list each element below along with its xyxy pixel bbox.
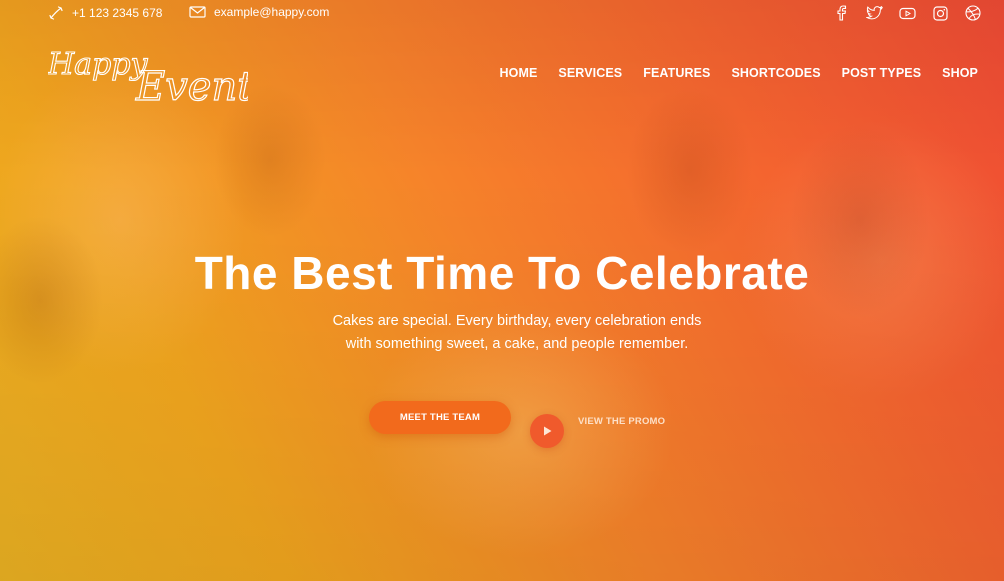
social-links [817, 4, 982, 22]
nav-features[interactable]: FEATURES [643, 66, 710, 80]
logo-text-happy: Happy [48, 47, 148, 82]
nav-home[interactable]: HOME [500, 66, 538, 80]
dribbble-icon[interactable] [964, 4, 982, 22]
facebook-icon[interactable] [832, 4, 850, 22]
meet-the-team-button[interactable]: MEET THE TEAM [369, 401, 511, 434]
top-bar: +1 123 2345 678 example@happy.com [0, 0, 1004, 26]
hero-subtitle-line2: with something sweet, a cake, and people… [345, 336, 689, 352]
instagram-icon[interactable] [931, 4, 949, 22]
nav-post-types[interactable]: POST TYPES [842, 66, 922, 80]
main-nav: HOME SERVICES FEATURES SHORTCODES POST T… [479, 66, 978, 80]
view-promo-link[interactable]: VIEW THE PROMO [578, 416, 665, 427]
hero-title: The Best Time To Celebrate [194, 247, 810, 299]
phone-contact[interactable]: +1 123 2345 678 [48, 5, 162, 21]
email-address: example@happy.com [214, 5, 330, 19]
nav-services[interactable]: SERVICES [558, 66, 622, 80]
site-logo[interactable]: Happy Events [46, 40, 274, 110]
email-contact[interactable]: example@happy.com [189, 5, 329, 19]
mail-icon [189, 6, 206, 18]
hero-subtitle: Cakes are special. Every birthday, every… [302, 310, 732, 356]
hero-subtitle-line1: Cakes are special. Every birthday, every… [332, 313, 702, 329]
nav-shortcodes[interactable]: SHORTCODES [731, 66, 820, 80]
phone-icon [49, 6, 63, 20]
play-icon[interactable] [530, 414, 564, 448]
logo-text-events: Events [135, 64, 248, 106]
twitter-icon[interactable] [865, 4, 883, 22]
youtube-icon[interactable] [898, 4, 916, 22]
phone-number: +1 123 2345 678 [72, 6, 163, 20]
nav-shop[interactable]: SHOP [942, 66, 978, 80]
